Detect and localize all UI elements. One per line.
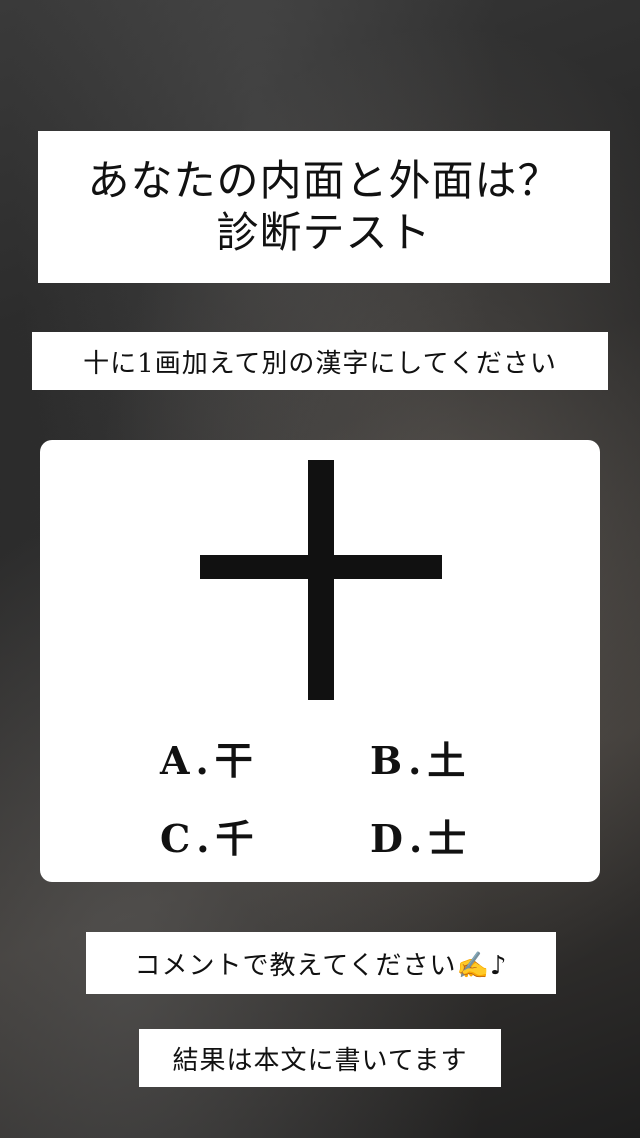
option-d-kanji: 士 (428, 816, 467, 861)
instruction-banner: 十に1画加えて別の漢字にしてください (32, 332, 608, 390)
comment-banner: コメントで教えてください✍️♪ (86, 932, 556, 994)
comment-prompt-text: コメントで教えてください✍️♪ (134, 950, 508, 981)
option-d-letter: D (370, 816, 403, 861)
title-banner: あなたの内面と外面は？ 診断テスト (38, 131, 610, 283)
cross-vertical-stroke (308, 460, 334, 700)
option-a-letter: A (160, 738, 190, 783)
option-a[interactable]: A.干 (160, 730, 253, 785)
base-character-cross (200, 460, 442, 700)
option-b[interactable]: B.土 (370, 730, 465, 785)
option-a-kanji: 干 (214, 738, 253, 783)
option-a-dot: . (195, 738, 209, 783)
result-note-text: 結果は本文に書いてます (172, 1045, 468, 1076)
puzzle-card: A.干 B.土 C.千 D.士 (40, 440, 600, 882)
option-d-dot: . (408, 816, 423, 861)
cross-horizontal-stroke (200, 555, 442, 579)
title-line-1: あなたの内面と外面は？ (87, 156, 561, 205)
option-c-letter: C (160, 816, 191, 861)
instruction-text: 十に1画加えて別の漢字にしてください (83, 348, 557, 379)
option-c-kanji: 千 (215, 816, 254, 861)
option-b-kanji: 土 (427, 738, 466, 783)
option-c-dot: . (196, 816, 210, 861)
title-line-2: 診断テスト (216, 208, 432, 257)
result-banner: 結果は本文に書いてます (139, 1029, 501, 1087)
option-b-letter: B (370, 738, 403, 783)
option-c[interactable]: C.千 (160, 808, 254, 863)
option-d[interactable]: D.士 (370, 808, 466, 863)
option-b-dot: . (408, 738, 422, 783)
